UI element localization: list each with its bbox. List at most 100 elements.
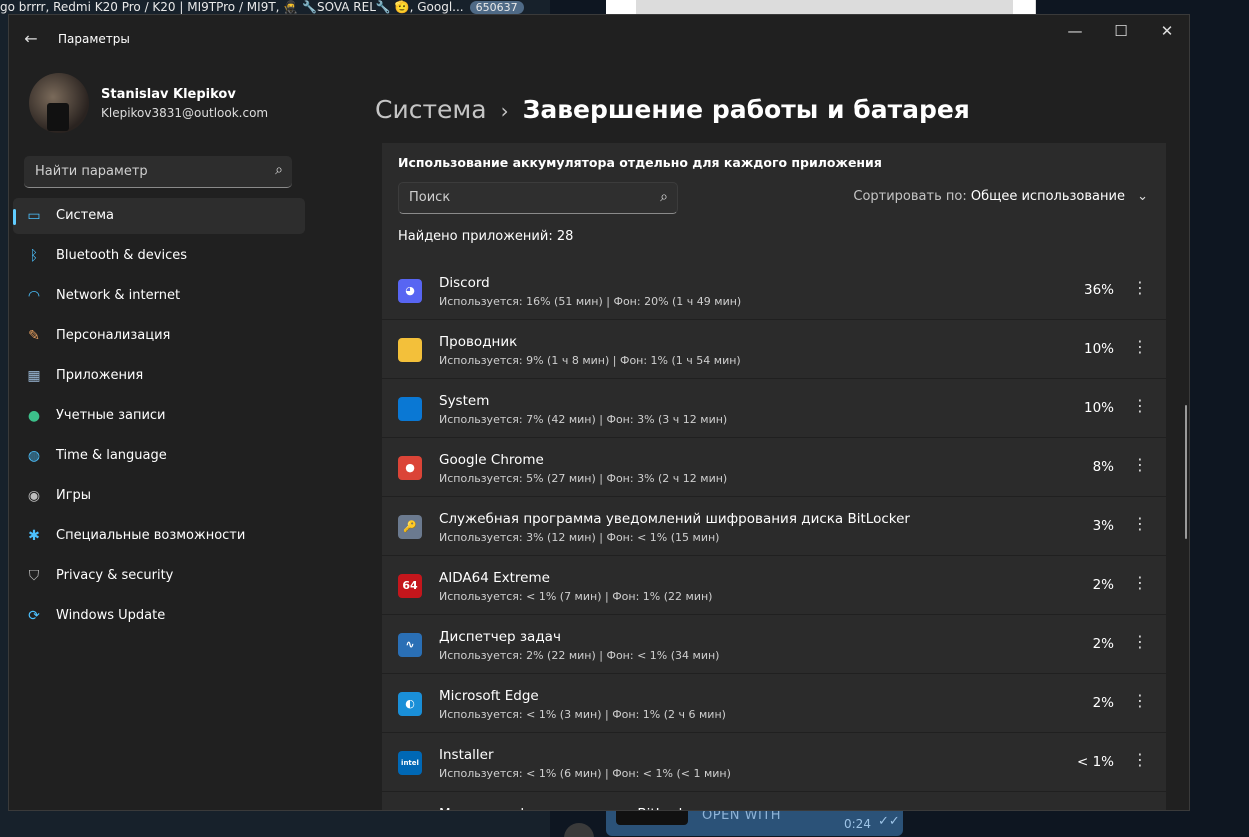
sort-label: Сортировать по: [853, 189, 967, 204]
title-bar: ← Параметры — ☐ ✕ [9, 15, 1189, 63]
sidebar-item-label: Privacy & security [56, 568, 174, 583]
app-list: ◕ Discord Используется: 16% (51 мин) | Фон… [382, 261, 1166, 810]
scrollbar[interactable] [1185, 405, 1187, 539]
settings-search-input[interactable]: Найти параметр ⌕ [24, 156, 292, 188]
folder-icon [398, 338, 422, 362]
app-name: Microsoft Edge [439, 688, 539, 704]
app-name: Мастер шифрования диска BitLocker [439, 806, 700, 810]
system-icon [398, 397, 422, 421]
task-manager-icon: ∿ [398, 633, 422, 657]
sidebar-item-9[interactable]: ⛉ Privacy & security [13, 558, 305, 594]
app-row[interactable]: ∿ Диспетчер задач Используется: 2% (22 мин… [382, 615, 1166, 673]
sidebar-item-7[interactable]: ◉ Игры [13, 478, 305, 514]
sidebar-item-label: Учетные записи [56, 408, 166, 423]
sort-value: Общее использование [970, 189, 1125, 204]
sidebar-item-1[interactable]: ᛒ Bluetooth & devices [13, 238, 305, 274]
app-usage-detail: Используется: 5% (27 мин) | Фон: 3% (2 ч… [439, 472, 728, 485]
app-usage-percent: 10% [1083, 400, 1114, 416]
close-button[interactable]: ✕ [1144, 15, 1189, 47]
sidebar-item-label: Time & language [56, 448, 167, 463]
app-name: Диспетчер задач [439, 629, 561, 645]
more-options-icon[interactable]: ⋮ [1132, 573, 1148, 592]
more-options-icon[interactable]: ⋮ [1132, 455, 1148, 474]
battery-usage-panel: Использование аккумулятора отдельно для … [382, 143, 1166, 810]
more-options-icon[interactable]: ⋮ [1132, 691, 1148, 710]
sidebar-item-0[interactable]: ▭ Система [13, 198, 305, 234]
app-row[interactable]: intel Installer Используется: < 1% (6 мин)… [382, 733, 1166, 791]
background-chat-text: go brrrr, Redmi K20 Pro / K20 | MI9TPro … [0, 0, 464, 14]
intel-icon: intel [398, 751, 422, 775]
app-row[interactable]: 64 AIDA64 Extreme Используется: < 1% (7 ми… [382, 556, 1166, 614]
apps-icon: ▦ [27, 368, 41, 384]
sidebar-item-label: Специальные возможности [56, 528, 246, 543]
app-row[interactable]: System Используется: 7% (42 мин) | Фон: 3… [382, 379, 1166, 437]
background-message-strip [550, 0, 1249, 14]
sidebar-item-4[interactable]: ▦ Приложения [13, 358, 305, 394]
app-name: Google Chrome [439, 452, 544, 468]
back-button[interactable]: ← [19, 27, 43, 51]
app-row[interactable]: Проводник Используется: 9% (1 ч 8 мин) | … [382, 320, 1166, 378]
more-options-icon[interactable]: ⋮ [1132, 278, 1148, 297]
more-options-icon[interactable]: ⋮ [1132, 632, 1148, 651]
search-icon: ⌕ [275, 162, 283, 178]
avatar[interactable] [29, 73, 89, 133]
app-search-input[interactable]: Поиск ⌕ [398, 182, 678, 214]
app-usage-detail: Используется: < 1% (6 мин) | Фон: < 1% (… [439, 767, 731, 780]
app-usage-percent: 2% [1092, 695, 1114, 711]
app-name: Служебная программа уведомлений шифрован… [439, 511, 910, 527]
app-usage-detail: Используется: < 1% (3 мин) | Фон: 1% (2 … [439, 708, 726, 721]
app-row[interactable]: ● Google Chrome Используется: 5% (27 мин) … [382, 438, 1166, 496]
app-row[interactable]: ◐ Microsoft Edge Используется: < 1% (3 мин… [382, 674, 1166, 732]
sidebar-item-3[interactable]: ✎ Персонализация [13, 318, 305, 354]
app-row[interactable]: Мастер шифрования диска BitLocker [382, 792, 1166, 810]
more-options-icon[interactable]: ⋮ [1132, 337, 1148, 356]
settings-window: ← Параметры — ☐ ✕ Stanislav Klepikov Kle… [8, 14, 1190, 811]
sidebar-item-5[interactable]: ● Учетные записи [13, 398, 305, 434]
chevron-right-icon: › [500, 99, 509, 123]
chrome-icon: ● [398, 456, 422, 480]
bitlocker-icon: 🔑 [398, 515, 422, 539]
read-check-icon: ✓✓ [878, 814, 900, 829]
app-usage-detail: Используется: < 1% (7 мин) | Фон: 1% (22… [439, 590, 713, 603]
more-options-icon[interactable]: ⋮ [1132, 396, 1148, 415]
sidebar-item-label: Приложения [56, 368, 144, 383]
sidebar-item-label: Windows Update [56, 608, 166, 623]
app-row[interactable]: 🔑 Служебная программа уведомлений шифрова… [382, 497, 1166, 555]
accessibility-icon: ✱ [28, 528, 40, 544]
sidebar-item-10[interactable]: ⟳ Windows Update [13, 598, 305, 634]
more-options-icon[interactable]: ⋮ [1132, 514, 1148, 533]
background-avatar [564, 823, 594, 837]
background-chat-list [0, 14, 8, 837]
app-usage-percent: 3% [1092, 518, 1114, 534]
sort-dropdown[interactable]: Сортировать по: Общее использование ⌄ [853, 189, 1148, 204]
account-icon: ● [27, 408, 41, 424]
sidebar-item-2[interactable]: ◠ Network & internet [13, 278, 305, 314]
user-name: Stanislav Klepikov [101, 87, 236, 102]
app-usage-percent: 10% [1083, 341, 1114, 357]
sidebar-nav: ▭ Система ᛒ Bluetooth & devices ◠ Network & i… [13, 198, 305, 638]
shield-icon: ⛉ [28, 568, 40, 584]
settings-search-placeholder: Найти параметр [35, 164, 148, 179]
app-name: Discord [439, 275, 490, 291]
found-count: Найдено приложений: 28 [398, 229, 574, 244]
breadcrumb-parent[interactable]: Система [375, 95, 487, 124]
message-time: 0:24 [844, 817, 871, 831]
background-chat-title: go brrrr, Redmi K20 Pro / K20 | MI9TPro … [0, 0, 550, 14]
app-usage-percent: < 1% [1076, 754, 1114, 770]
app-usage-percent: 8% [1092, 459, 1114, 475]
bluetooth-icon: ᛒ [29, 248, 39, 264]
minimize-button[interactable]: — [1052, 15, 1098, 47]
battery-usage-header: Использование аккумулятора отдельно для … [382, 143, 1166, 261]
app-name: Installer [439, 747, 494, 763]
page-title: Завершение работы и батарея [522, 95, 970, 124]
sidebar-item-6[interactable]: ◍ Time & language [13, 438, 305, 474]
edge-icon: ◐ [398, 692, 422, 716]
app-usage-percent: 2% [1092, 577, 1114, 593]
more-options-icon[interactable]: ⋮ [1132, 750, 1148, 769]
maximize-button[interactable]: ☐ [1098, 15, 1144, 47]
app-row[interactable]: ◕ Discord Используется: 16% (51 мин) | Фон… [382, 261, 1166, 319]
sidebar-item-8[interactable]: ✱ Специальные возможности [13, 518, 305, 554]
aida64-icon: 64 [398, 574, 422, 598]
sidebar-item-label: Network & internet [56, 288, 181, 303]
app-name: Проводник [439, 334, 518, 350]
